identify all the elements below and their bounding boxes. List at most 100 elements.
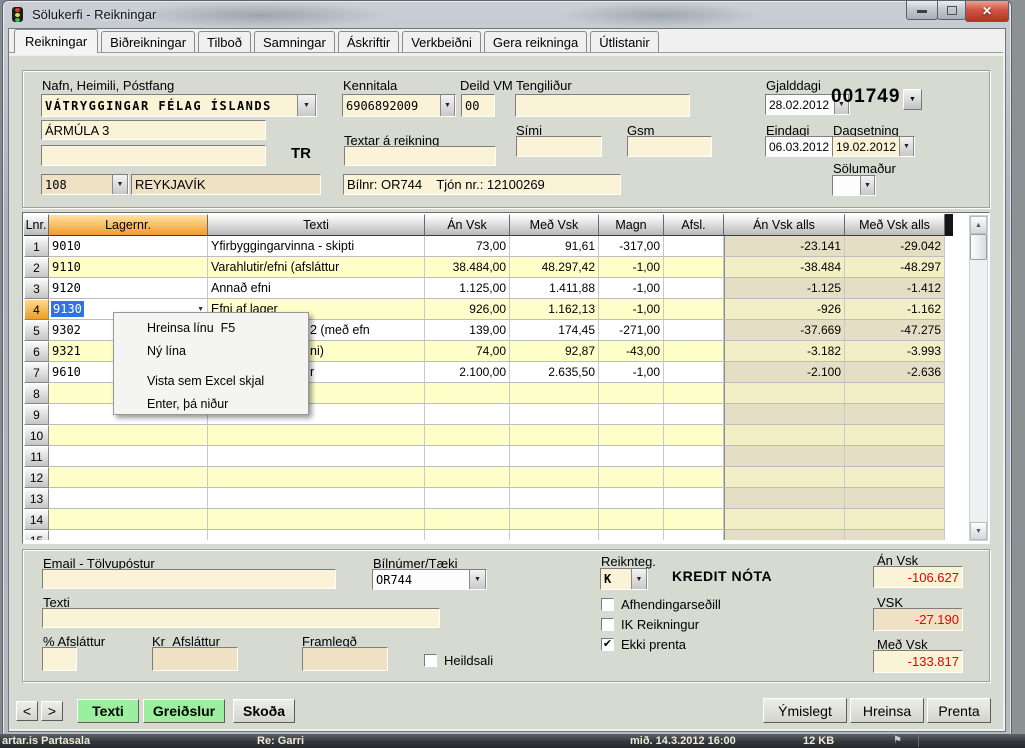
bilnumer-combo[interactable]: OR744 ▼	[372, 569, 487, 590]
grei-slur-button[interactable]: Greiðslur	[143, 699, 225, 723]
city-field[interactable]: REYKJAVÍK	[131, 174, 321, 195]
texti-cell[interactable]: Varahlutir/efni (afsláttur	[208, 257, 425, 278]
texti-cell[interactable]: Annað efni	[208, 278, 425, 299]
texti-cell[interactable]	[208, 488, 425, 509]
magn-cell[interactable]	[599, 404, 664, 425]
row-number-cell[interactable]: 3	[24, 278, 49, 299]
chevron-down-icon[interactable]: ▼	[860, 175, 875, 196]
magn-cell[interactable]: -1,00	[599, 257, 664, 278]
reiknteg-combo[interactable]: K ▼	[600, 568, 648, 590]
invoice-number-dropdown[interactable]: ▼	[903, 89, 922, 110]
magn-cell[interactable]	[599, 488, 664, 509]
row-number-cell[interactable]: 15	[24, 530, 49, 540]
taskbar-item-artar-is-partasala[interactable]: artar.is Partasala	[2, 735, 90, 747]
chevron-down-icon[interactable]: ▼	[899, 136, 914, 157]
address2-field[interactable]	[41, 145, 266, 166]
an-vsk-alls-cell[interactable]: -38.484	[724, 257, 845, 278]
med-vsk-alls-cell[interactable]: -1.162	[845, 299, 945, 320]
afsl-cell[interactable]	[664, 446, 724, 467]
an-vsk-alls-cell[interactable]	[724, 488, 845, 509]
menu-item-n-l-na[interactable]: Ný lína	[114, 339, 308, 362]
afsl-cell[interactable]	[664, 404, 724, 425]
tab-verkbei-ni[interactable]: Verkbeiðni	[402, 31, 481, 53]
afsl-cell[interactable]	[664, 425, 724, 446]
afsl-cell[interactable]	[664, 278, 724, 299]
magn-cell[interactable]: -1,00	[599, 299, 664, 320]
chevron-down-icon[interactable]: ▼	[631, 568, 647, 590]
med-vsk-alls-cell[interactable]: -1.412	[845, 278, 945, 299]
med-vsk-cell[interactable]: 174,45	[510, 320, 599, 341]
med-vsk-cell[interactable]: 1.162,13	[510, 299, 599, 320]
lagernr-cell[interactable]	[49, 488, 208, 509]
an-vsk-cell[interactable]: 73,00	[425, 236, 510, 257]
med-vsk-alls-cell[interactable]	[845, 446, 945, 467]
an-vsk-alls-cell[interactable]: -1.125	[724, 278, 845, 299]
row-number-cell[interactable]: 7	[24, 362, 49, 383]
magn-cell[interactable]	[599, 425, 664, 446]
an-vsk-alls-cell[interactable]	[724, 467, 845, 488]
row-number-cell[interactable]: 11	[24, 446, 49, 467]
med-vsk-alls-cell[interactable]: -3.993	[845, 341, 945, 362]
scroll-up-icon[interactable]: ▲	[970, 216, 987, 234]
magn-cell[interactable]: -271,00	[599, 320, 664, 341]
texti-cell[interactable]	[208, 446, 425, 467]
solumadur-combo[interactable]: ▼	[832, 175, 876, 196]
med-vsk-cell[interactable]: 48.297,42	[510, 257, 599, 278]
lagernr-cell[interactable]	[49, 446, 208, 467]
an-vsk-cell[interactable]	[425, 509, 510, 530]
med-vsk-cell[interactable]: 2.635,50	[510, 362, 599, 383]
email-field[interactable]	[42, 569, 336, 589]
checkbox-icon[interactable]: ✔	[601, 638, 614, 651]
afsl-cell[interactable]	[664, 530, 724, 540]
menu-item-vista-sem-excel-skjal[interactable]: Vista sem Excel skjal	[114, 369, 308, 392]
an-vsk-cell[interactable]	[425, 404, 510, 425]
an-vsk-cell[interactable]	[425, 488, 510, 509]
magn-cell[interactable]: -43,00	[599, 341, 664, 362]
chevron-down-icon[interactable]: ▼	[440, 94, 455, 117]
tab-reikningar[interactable]: Reikningar	[14, 29, 98, 53]
afslattur-pct-field[interactable]	[42, 647, 77, 671]
med-vsk-cell[interactable]	[510, 404, 599, 425]
afsl-cell[interactable]	[664, 236, 724, 257]
checkbox-ekki-prenta[interactable]: ✔Ekki prenta	[601, 634, 721, 654]
simi-field[interactable]	[516, 136, 602, 157]
taskbar[interactable]: ⚑ artar.is PartasalaRe: Garrimið. 14.3.2…	[0, 734, 1025, 748]
magn-cell[interactable]	[599, 509, 664, 530]
an-vsk-cell[interactable]: 139,00	[425, 320, 510, 341]
an-vsk-alls-cell[interactable]	[724, 530, 845, 540]
tab-bi-reikningar[interactable]: Biðreikningar	[101, 31, 195, 53]
med-vsk-cell[interactable]	[510, 509, 599, 530]
row-number-cell[interactable]: 12	[24, 467, 49, 488]
scrollbar-thumb[interactable]	[970, 234, 987, 260]
med-vsk-cell[interactable]	[510, 383, 599, 404]
an-vsk-cell[interactable]	[425, 425, 510, 446]
chevron-down-icon[interactable]: ▼	[469, 569, 486, 590]
an-vsk-alls-cell[interactable]: -926	[724, 299, 845, 320]
row-number-cell[interactable]: 6	[24, 341, 49, 362]
mislegt-button[interactable]: Ýmislegt	[763, 698, 847, 723]
row-number-cell[interactable]: 2	[24, 257, 49, 278]
med-vsk-alls-cell[interactable]	[845, 404, 945, 425]
prenta-button[interactable]: Prenta	[927, 698, 991, 723]
magn-cell[interactable]: -317,00	[599, 236, 664, 257]
textar-field[interactable]	[344, 146, 496, 166]
deild-field[interactable]: 00	[461, 94, 495, 117]
gsm-field[interactable]	[627, 136, 712, 157]
chevron-down-icon[interactable]: ▼	[297, 94, 316, 117]
an-vsk-cell[interactable]: 926,00	[425, 299, 510, 320]
afsl-cell[interactable]	[664, 467, 724, 488]
afsl-cell[interactable]	[664, 362, 724, 383]
med-vsk-alls-cell[interactable]	[845, 530, 945, 540]
med-vsk-cell[interactable]	[510, 488, 599, 509]
an-vsk-cell[interactable]: 2.100,00	[425, 362, 510, 383]
med-vsk-alls-cell[interactable]: -2.636	[845, 362, 945, 383]
kr-afslattur-field[interactable]	[152, 647, 238, 671]
row-number-cell[interactable]: 1	[24, 236, 49, 257]
row-number-cell[interactable]: 14	[24, 509, 49, 530]
lagernr-cell[interactable]: 9110	[49, 257, 208, 278]
med-vsk-alls-cell[interactable]	[845, 509, 945, 530]
med-vsk-cell[interactable]	[510, 446, 599, 467]
checkbox-icon[interactable]	[424, 654, 437, 667]
an-vsk-cell[interactable]	[425, 383, 510, 404]
hreinsa-button[interactable]: Hreinsa	[850, 698, 924, 723]
